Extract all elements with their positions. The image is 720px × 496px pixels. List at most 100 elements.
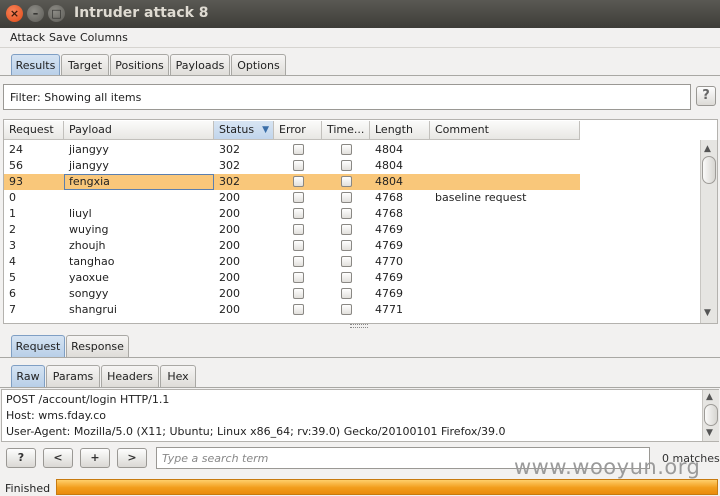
- error-checkbox: [293, 256, 304, 267]
- cell-comment: [430, 207, 580, 222]
- cell-status: 200: [219, 223, 240, 236]
- editor-scroll-down-icon[interactable]: ▼: [706, 428, 713, 438]
- tab-results[interactable]: Results: [11, 54, 60, 76]
- tab-payloads[interactable]: Payloads: [170, 54, 230, 76]
- cell-status: 302: [219, 159, 240, 172]
- column-request[interactable]: Request: [4, 121, 64, 140]
- table-scroll-thumb[interactable]: [702, 156, 716, 184]
- cell-request: 0: [9, 191, 16, 204]
- tab-divider: [0, 75, 720, 76]
- cell-payload: jiangyy: [69, 159, 109, 172]
- tab-options[interactable]: Options: [231, 54, 286, 76]
- column-error[interactable]: Error: [274, 121, 322, 140]
- column-status[interactable]: Status ▼: [214, 121, 274, 140]
- table-row[interactable]: 1 liuyl 200 4768: [4, 206, 580, 222]
- progress-bar: [56, 479, 718, 495]
- error-checkbox: [293, 240, 304, 251]
- cell-request: 2: [9, 223, 16, 236]
- cell-request: 4: [9, 255, 16, 268]
- error-checkbox: [293, 272, 304, 283]
- help-button[interactable]: ?: [696, 86, 716, 106]
- column-comment[interactable]: Comment: [430, 121, 580, 140]
- cell-comment: [430, 223, 580, 238]
- timeout-checkbox: [341, 256, 352, 267]
- menu-save[interactable]: Save: [49, 31, 76, 44]
- search-previous-button[interactable]: <: [43, 448, 73, 468]
- table-row[interactable]: 0 200 4768 baseline request: [4, 190, 580, 206]
- table-row[interactable]: 56 jiangyy 302 4804: [4, 158, 580, 174]
- timeout-checkbox: [341, 272, 352, 283]
- table-row[interactable]: 7 shangrui 200 4771: [4, 302, 580, 318]
- search-options-button[interactable]: +: [80, 448, 110, 468]
- search-help-button[interactable]: ?: [6, 448, 36, 468]
- tab-raw[interactable]: Raw: [11, 365, 45, 387]
- tab-response[interactable]: Response: [66, 335, 129, 357]
- cell-status: 200: [219, 287, 240, 300]
- cell-payload: tanghao: [69, 255, 115, 268]
- timeout-checkbox: [341, 240, 352, 251]
- editor-scrollbar[interactable]: ▲ ▼: [702, 390, 719, 441]
- filter-bar[interactable]: Filter: Showing all items: [3, 84, 691, 110]
- raw-request-editor[interactable]: POST /account/login HTTP/1.1 Host: wms.f…: [1, 389, 719, 442]
- raw-line-1: POST /account/login HTTP/1.1: [6, 393, 170, 406]
- error-checkbox: [293, 192, 304, 203]
- view-tab-divider: [0, 387, 720, 388]
- cell-request: 6: [9, 287, 16, 300]
- table-scrollbar[interactable]: ▲ ▼: [700, 140, 717, 323]
- cell-payload: jiangyy: [69, 143, 109, 156]
- menu-columns[interactable]: Columns: [80, 31, 128, 44]
- cell-status: 302: [219, 143, 240, 156]
- cell-status: 302: [219, 175, 240, 188]
- error-checkbox: [293, 176, 304, 187]
- menu-attack[interactable]: Attack: [10, 31, 45, 44]
- cell-status: 200: [219, 271, 240, 284]
- split-handle[interactable]: [350, 324, 368, 328]
- maximize-window-button[interactable]: □: [48, 5, 65, 22]
- cell-comment: [430, 143, 580, 158]
- table-row[interactable]: 6 songyy 200 4769: [4, 286, 580, 302]
- editor-scroll-thumb[interactable]: [704, 404, 718, 426]
- error-checkbox: [293, 288, 304, 299]
- cell-comment: [430, 303, 580, 318]
- title-bar: × – □ Intruder attack 8: [0, 0, 720, 28]
- scroll-down-icon[interactable]: ▼: [704, 308, 711, 318]
- sort-descending-icon: ▼: [262, 125, 269, 135]
- column-payload[interactable]: Payload: [64, 121, 214, 140]
- table-row[interactable]: 5 yaoxue 200 4769: [4, 270, 580, 286]
- tab-headers[interactable]: Headers: [101, 365, 159, 387]
- cell-length: 4768: [375, 207, 403, 220]
- scroll-up-icon[interactable]: ▲: [704, 144, 711, 154]
- table-row[interactable]: 4 tanghao 200 4770: [4, 254, 580, 270]
- table-row[interactable]: 93 fengxia 302 4804: [4, 174, 580, 190]
- window-title: Intruder attack 8: [74, 5, 209, 21]
- tab-request[interactable]: Request: [11, 335, 65, 357]
- table-row[interactable]: 2 wuying 200 4769: [4, 222, 580, 238]
- timeout-checkbox: [341, 176, 352, 187]
- cell-status: 200: [219, 207, 240, 220]
- cell-request: 24: [9, 143, 23, 156]
- cell-payload: liuyl: [69, 207, 92, 220]
- cell-payload: yaoxue: [69, 271, 109, 284]
- minimize-window-button[interactable]: –: [27, 5, 44, 22]
- error-checkbox: [293, 160, 304, 171]
- search-next-button[interactable]: >: [117, 448, 147, 468]
- tab-positions[interactable]: Positions: [110, 54, 169, 76]
- cell-comment: [430, 287, 580, 302]
- tab-hex[interactable]: Hex: [160, 365, 196, 387]
- table-row[interactable]: 3 zhoujh 200 4769: [4, 238, 580, 254]
- cell-request: 7: [9, 303, 16, 316]
- cell-comment: [430, 175, 580, 190]
- cell-request: 1: [9, 207, 16, 220]
- cell-status: 200: [219, 239, 240, 252]
- close-window-button[interactable]: ×: [6, 5, 23, 22]
- cell-status: 200: [219, 255, 240, 268]
- tab-params[interactable]: Params: [46, 365, 100, 387]
- tab-target[interactable]: Target: [61, 54, 109, 76]
- status-text: Finished: [5, 482, 51, 495]
- timeout-checkbox: [341, 208, 352, 219]
- editor-scroll-up-icon[interactable]: ▲: [706, 392, 713, 402]
- column-timeout[interactable]: Time...: [322, 121, 370, 140]
- cell-length: 4769: [375, 271, 403, 284]
- table-row[interactable]: 24 jiangyy 302 4804: [4, 142, 580, 158]
- column-length[interactable]: Length: [370, 121, 430, 140]
